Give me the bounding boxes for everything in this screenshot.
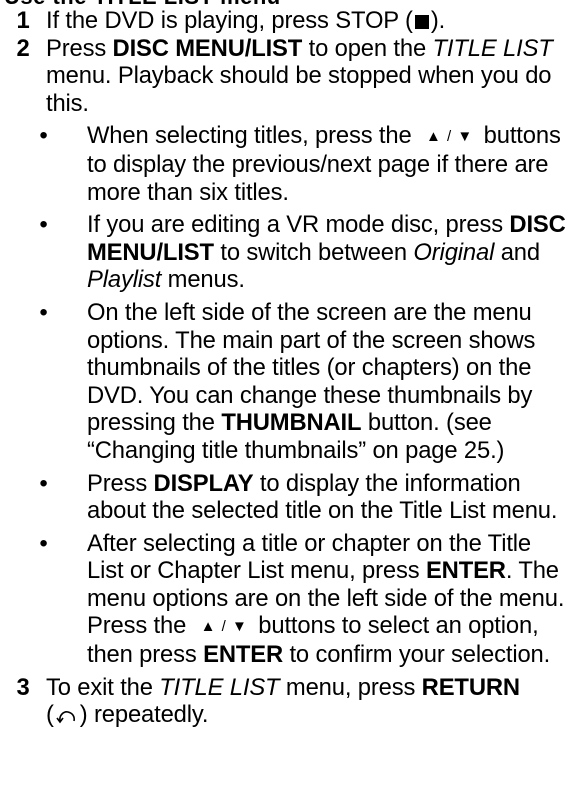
bullet-text: After selecting a title or chapter on th…: [87, 530, 576, 669]
button-name: THUMBNAIL: [221, 409, 362, 437]
menu-name: TITLE LIST: [432, 34, 553, 62]
step-text: Press DISC MENU/LIST to open the TITLE L…: [46, 35, 576, 118]
menu-name: Playlist: [87, 266, 162, 294]
button-name: ENTER: [203, 641, 283, 669]
bullet-text: Press DISPLAY to display the information…: [87, 470, 576, 525]
button-name: RETURN: [421, 673, 520, 701]
up-down-arrow-icon: ▲ / ▼: [200, 618, 248, 636]
bullet-icon: •: [39, 469, 48, 497]
bullet-text-run: When selecting titles, press the: [87, 122, 419, 150]
return-icon: [55, 703, 79, 731]
step-1: 1 If the DVD is playing, press STOP ().: [0, 7, 576, 35]
button-name: ENTER: [425, 557, 506, 585]
bullet-icon: •: [39, 122, 48, 150]
bullet-text: If you are editing a VR mode disc, press…: [87, 211, 576, 294]
step-text: If the DVD is playing, press STOP ().: [46, 7, 576, 35]
step-text-run: menu. Playback should be stopped when yo…: [46, 62, 552, 117]
step-number: 3: [16, 673, 30, 701]
bullet-icon: •: [39, 529, 48, 557]
up-down-arrow-icon: ▲ / ▼: [426, 128, 474, 146]
bullet-icon: •: [39, 298, 48, 326]
step-text-run: If the DVD is playing, press STOP (: [46, 7, 413, 34]
bullet-text: When selecting titles, press the ▲ / ▼ b…: [87, 122, 576, 206]
bullet-text-run: to switch between: [213, 238, 414, 266]
list-item: • After selecting a title or chapter on …: [0, 530, 576, 669]
list-item: • When selecting titles, press the ▲ / ▼…: [0, 122, 576, 206]
bullet-icon: •: [39, 211, 48, 239]
bullet-text: On the left side of the screen are the m…: [87, 299, 576, 465]
button-name: DISC MENU/LIST: [112, 34, 303, 62]
instruction-list: 1 If the DVD is playing, press STOP (). …: [0, 7, 576, 731]
bullet-text-run: and: [494, 238, 540, 266]
step-number: 2: [16, 34, 30, 62]
menu-name: TITLE LIST: [159, 673, 280, 701]
step-text-run: Press: [46, 34, 113, 62]
list-item: • Press DISPLAY to display the informati…: [0, 470, 576, 525]
bullet-text-run: to confirm your selection.: [283, 641, 551, 669]
step-text-run: ) repeatedly.: [79, 701, 209, 729]
step-text-run: (: [46, 701, 54, 729]
list-item: • If you are editing a VR mode disc, pre…: [0, 211, 576, 294]
list-item: • On the left side of the screen are the…: [0, 299, 576, 465]
bullet-text-run: menus.: [161, 266, 245, 294]
step-text-run: menu, press: [279, 673, 422, 701]
step-number: 1: [16, 7, 30, 34]
step-text-run: to open the: [302, 34, 433, 62]
step-text: To exit the TITLE LIST menu, press RETUR…: [46, 674, 576, 731]
menu-name: Original: [413, 238, 495, 266]
step-2-bullets: • When selecting titles, press the ▲ / ▼…: [0, 122, 576, 668]
step-text-run: ).: [430, 7, 446, 34]
step-2: 2 Press DISC MENU/LIST to open the TITLE…: [0, 35, 576, 118]
button-name: DISPLAY: [153, 469, 254, 497]
bullet-text-run: Press: [87, 469, 154, 497]
stop-icon: [414, 15, 429, 29]
step-text-run: To exit the: [46, 673, 160, 701]
step-3: 3 To exit the TITLE LIST menu, press RET…: [0, 674, 576, 731]
bullet-text-run: If you are editing a VR mode disc, press: [87, 211, 510, 239]
